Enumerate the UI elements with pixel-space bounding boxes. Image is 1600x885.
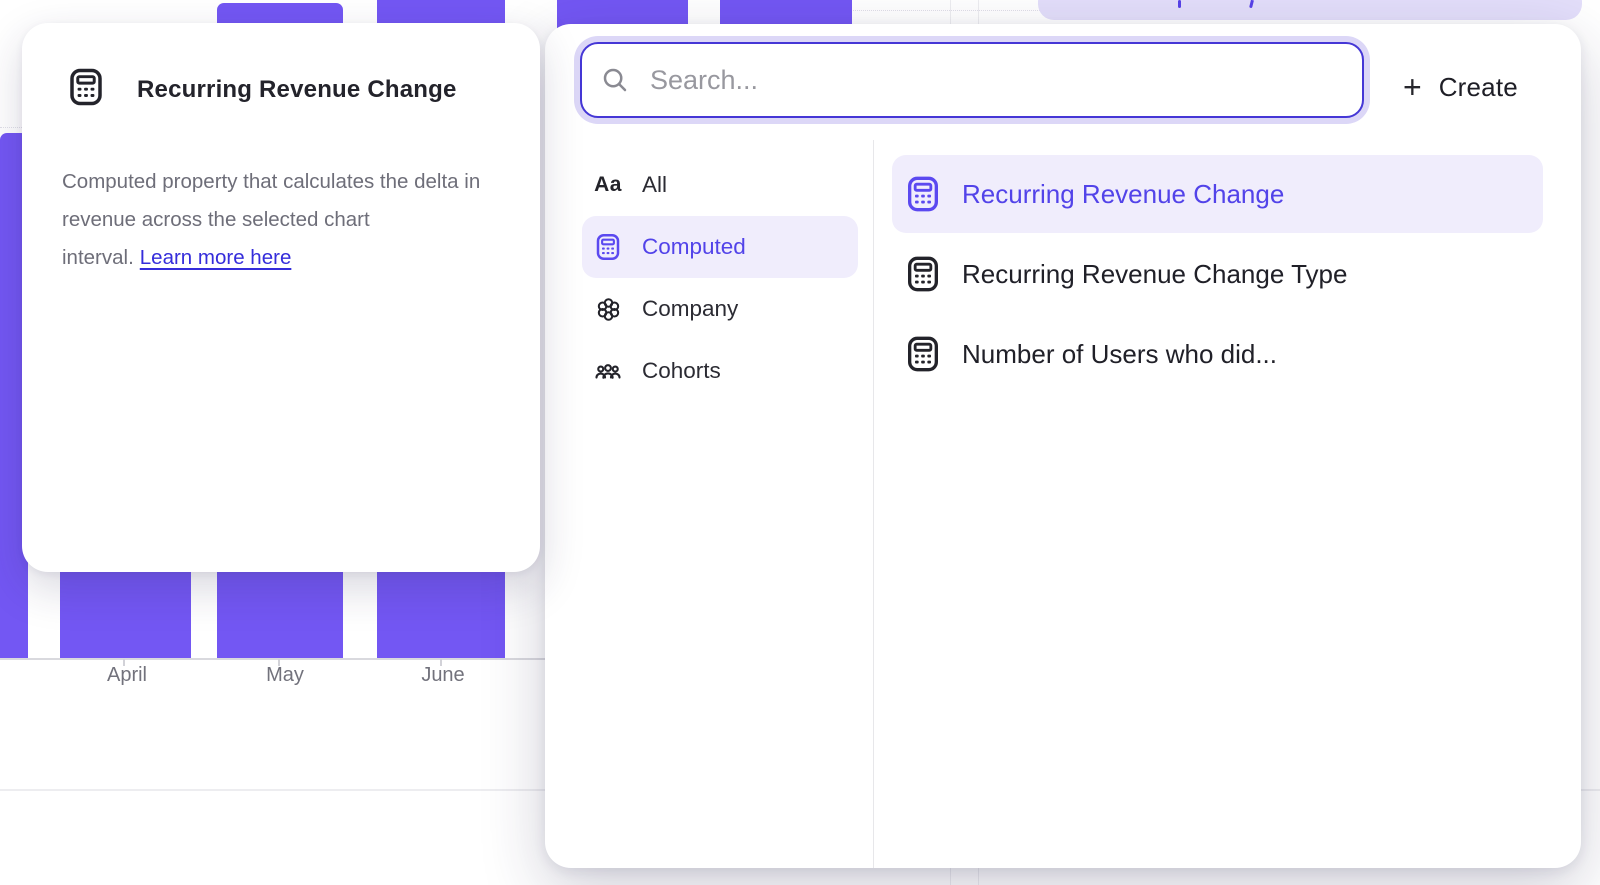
result-recurring-revenue-change[interactable]: Recurring Revenue Change — [892, 155, 1543, 233]
result-label: Recurring Revenue Change Type — [962, 259, 1347, 290]
x-axis-label: May — [266, 664, 304, 687]
tooltip-title: Recurring Revenue Change — [137, 76, 457, 104]
filter-item-all[interactable]: Aa All — [582, 154, 858, 216]
filter-label: Computed — [642, 234, 746, 260]
calculator-icon — [903, 174, 943, 214]
calculator-icon — [593, 232, 623, 262]
create-button[interactable]: + Create — [1403, 64, 1518, 110]
result-number-of-users-who-did[interactable]: Number of Users who did... — [892, 315, 1543, 393]
results-list: Recurring Revenue Change Recurring Reven… — [892, 155, 1552, 395]
x-axis-label: April — [107, 664, 147, 687]
property-tooltip-card: Recurring Revenue Change Computed proper… — [22, 23, 540, 572]
column-divider — [873, 140, 874, 868]
result-recurring-revenue-change-type[interactable]: Recurring Revenue Change Type — [892, 235, 1543, 313]
filter-list: Aa All Computed Company — [582, 154, 858, 402]
partial-text-fragment — [1249, 0, 1253, 8]
app-background: April May June Recurring Revenue Change … — [0, 0, 1600, 885]
filter-label: Company — [642, 296, 738, 322]
cohorts-people-icon — [593, 356, 623, 386]
text-format-icon: Aa — [593, 170, 623, 200]
filter-label: Cohorts — [642, 358, 721, 384]
tooltip-description: Computed property that calculates the de… — [62, 163, 486, 277]
background-selected-chip — [1038, 0, 1582, 20]
calculator-icon — [65, 66, 107, 113]
result-label: Number of Users who did... — [962, 339, 1277, 370]
learn-more-link[interactable]: Learn more here — [140, 246, 292, 269]
filter-item-computed[interactable]: Computed — [582, 216, 858, 278]
search-box[interactable] — [580, 42, 1364, 118]
filter-label: All — [642, 172, 667, 198]
x-axis-line — [0, 658, 560, 660]
x-axis-label: June — [421, 664, 464, 687]
create-button-label: Create — [1439, 72, 1518, 103]
partial-text-fragment — [1178, 0, 1181, 8]
company-cluster-icon — [593, 294, 623, 324]
search-input[interactable] — [650, 65, 1346, 96]
plus-icon: + — [1403, 71, 1422, 103]
chart-gridline — [0, 127, 24, 128]
property-picker-modal: + Create Aa All Computed — [545, 24, 1581, 868]
result-label: Recurring Revenue Change — [962, 179, 1284, 210]
search-icon — [600, 65, 630, 95]
filter-item-cohorts[interactable]: Cohorts — [582, 340, 858, 402]
calculator-icon — [903, 334, 943, 374]
chart-gridline — [848, 10, 1044, 11]
filter-item-company[interactable]: Company — [582, 278, 858, 340]
calculator-icon — [903, 254, 943, 294]
